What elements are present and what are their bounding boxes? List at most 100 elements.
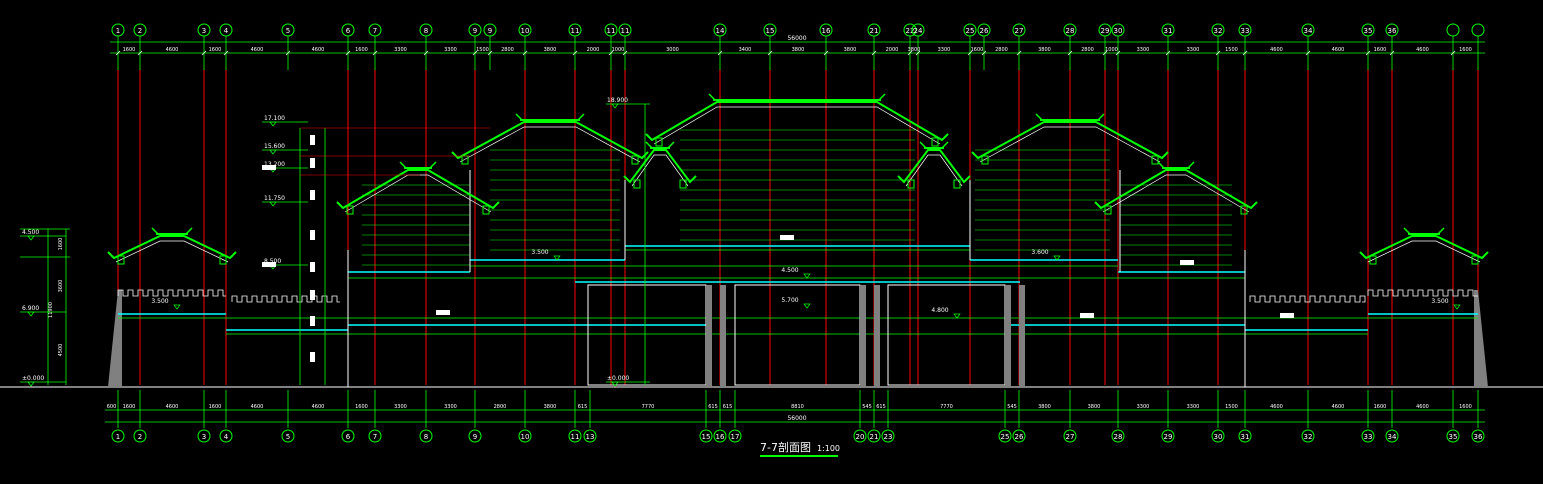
- elev-label-6: 4.500: [22, 229, 39, 236]
- roof-right-pavilion-ridge-end-r: [1437, 227, 1445, 235]
- roof-right-wing-ridge-end-r: [1187, 161, 1195, 169]
- axis-label-bottom-4: 5: [286, 433, 290, 441]
- dim-top-30: 1600: [1374, 47, 1387, 53]
- axis-label-bottom-29: 36: [1474, 433, 1483, 441]
- roof-right-wing: [1094, 161, 1258, 215]
- dim-bottom-28: 4600: [1416, 404, 1429, 410]
- axis-bubble-top-33: [1471, 23, 1485, 37]
- axis-label-top-17: 21: [870, 27, 879, 35]
- roof-main-hall-outline: [645, 101, 949, 142]
- dim-bottom-17: 615: [876, 404, 886, 410]
- axis-label-top-6: 7: [373, 27, 377, 35]
- dim-top-14: 3400: [739, 47, 752, 53]
- dim-bottom-7: 3300: [394, 404, 407, 410]
- axis-label-bottom-7: 8: [424, 433, 428, 441]
- roof-left-hall-inner: [459, 126, 641, 163]
- roof-lower-eave-right-bracket-l: [907, 179, 915, 189]
- elevation-markers: 17.10015.60013.20011.7508.5006.9004.500±…: [20, 97, 1461, 387]
- roof-right-pavilion: [1359, 227, 1489, 265]
- elev-marker-6: [27, 235, 35, 241]
- elev-marker-1: [269, 149, 277, 155]
- axis-label-bottom-9: 10: [521, 433, 530, 441]
- elev-label-5: 6.900: [22, 305, 39, 312]
- floor-label-0: 3.500: [151, 298, 168, 305]
- grid-lines: [117, 36, 1479, 428]
- axis-label-top-20: 25: [966, 27, 975, 35]
- roof-left-hall-outline: [451, 121, 649, 160]
- axis-label-bottom-10: 11: [571, 433, 580, 441]
- roof-left-pavilion-ridge-end-r: [185, 227, 193, 235]
- axis-label-top-19: 24: [914, 27, 923, 35]
- roof-lower-eave-right-bracket-r: [953, 179, 961, 189]
- dim-bottom-27: 1600: [1374, 404, 1387, 410]
- parapet-left-wall: [231, 295, 340, 303]
- elev-label-7: ±0.000: [22, 375, 44, 382]
- axis-label-bottom-2: 3: [202, 433, 206, 441]
- dim-top-1: 4600: [166, 47, 179, 53]
- dim-bottom-18: 7770: [940, 404, 953, 410]
- pier-3: [874, 285, 880, 387]
- dim-bottom-3: 1600: [209, 404, 222, 410]
- dim-bottom-8: 3300: [444, 404, 457, 410]
- axis-label-top-22: 27: [1015, 27, 1024, 35]
- dim-top-8: 1500: [476, 47, 489, 53]
- axis-label-bottom-20: 27: [1066, 433, 1075, 441]
- axis-label-top-27: 32: [1214, 27, 1223, 35]
- floor-marker-3: [803, 303, 811, 309]
- dim-top-7: 3300: [444, 47, 457, 53]
- drawing-title: 7-7剖面图 1:100: [760, 440, 840, 454]
- axis-label-bottom-3: 4: [224, 433, 229, 441]
- floor-label-3: 5.700: [781, 297, 798, 304]
- roof-right-hall-ridge-end-l: [1035, 113, 1043, 121]
- roof-left-hall-ridge-end-l: [515, 113, 523, 121]
- floor-label-5: 3.600: [1031, 249, 1048, 256]
- floor-marker-2: [803, 273, 811, 279]
- dimension-lines: 56000 1600 4600 1600 4600 4600 1600 3300 3300 150…: [105, 35, 1485, 423]
- axis-label-bottom-12: 15: [702, 433, 711, 441]
- vdim-label-3: 4500: [58, 344, 64, 357]
- building-structure: [0, 129, 1543, 388]
- dim-bottom-22: 3300: [1137, 404, 1150, 410]
- axis-label-top-2: 3: [202, 27, 206, 35]
- dim-top-29: 4600: [1332, 47, 1345, 53]
- roof-right-pavilion-outline: [1359, 235, 1489, 260]
- roof-left-pavilion: [107, 227, 237, 265]
- roof-left-pavilion-inner: [115, 240, 229, 263]
- floor-marker-6: [1453, 304, 1461, 310]
- dim-bottom-15: 8810: [791, 404, 804, 410]
- note-block-5: [262, 262, 276, 267]
- axis-label-top-26: 31: [1164, 27, 1173, 35]
- note-block-0: [436, 310, 450, 315]
- roof-main-hall-ridge-end-r: [878, 93, 886, 101]
- dim-bottom-13: 615: [708, 404, 718, 410]
- axis-label-top-10: 10: [521, 27, 530, 35]
- axis-label-bottom-13: 16: [716, 433, 725, 441]
- dim-bottom-10: 3800: [544, 404, 557, 410]
- dim-bottom-21: 3800: [1088, 404, 1101, 410]
- axis-label-top-5: 6: [346, 27, 351, 35]
- right-end-wall: [1474, 290, 1488, 387]
- floor-label-6: 3.500: [1431, 298, 1448, 305]
- roof-main-hall-inner: [653, 106, 941, 145]
- pier-5: [1019, 285, 1025, 387]
- dim-top-5: 1600: [355, 47, 368, 53]
- axis-label-bottom-15: 20: [856, 433, 865, 441]
- roof-lower-eave-left-ridge-end-r: [667, 141, 675, 149]
- dim-bottom-23: 3300: [1187, 404, 1200, 410]
- axis-label-bottom-26: 33: [1364, 433, 1373, 441]
- elev-label-0: 17.100: [264, 115, 285, 122]
- axis-label-bottom-25: 32: [1304, 433, 1313, 441]
- dim-bottom-16: 545: [862, 404, 872, 410]
- elev-staff-block-5: [310, 290, 315, 300]
- axis-label-top-4: 5: [286, 27, 290, 35]
- roof-lower-eave-right-ridge-end-l: [919, 141, 927, 149]
- axis-label-bottom-16: 21: [870, 433, 879, 441]
- elev-marker-7: [27, 381, 35, 387]
- axis-label-bottom-27: 34: [1388, 433, 1397, 441]
- left-end-wall: [108, 290, 122, 387]
- elev-center-marker-0: [611, 103, 619, 109]
- dim-top-2: 1600: [209, 47, 222, 53]
- axis-label-bottom-14: 17: [731, 433, 740, 441]
- axis-label-top-12: 11: [607, 27, 616, 35]
- axis-label-bottom-11: 13: [586, 433, 595, 441]
